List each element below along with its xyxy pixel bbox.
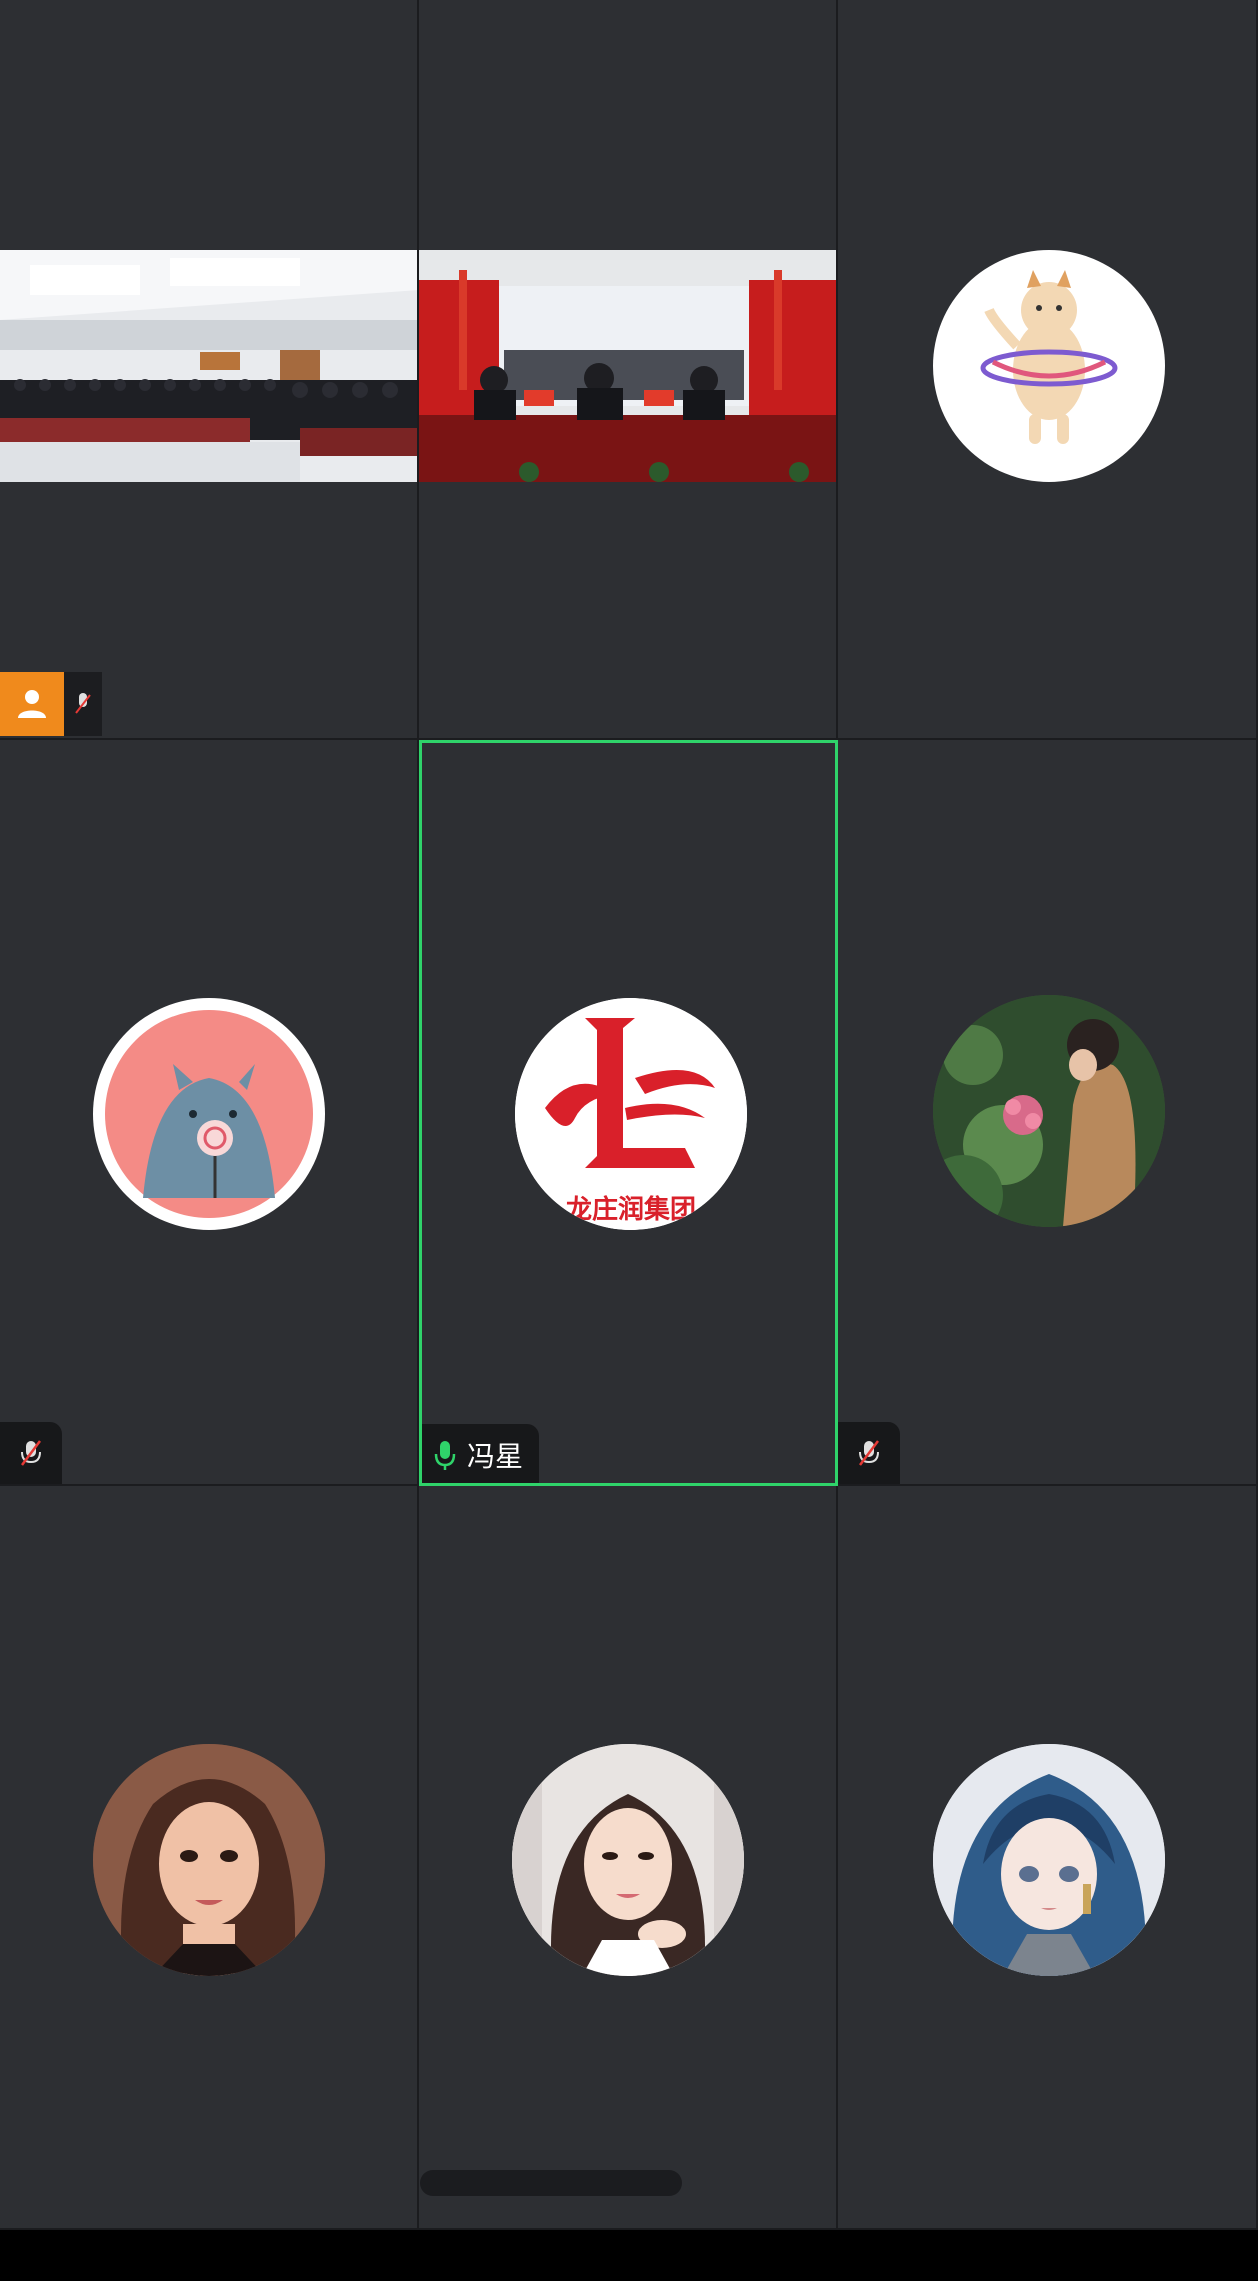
speaker-name: 冯星 xyxy=(467,1440,524,1473)
anime-girl-blue-hair-avatar xyxy=(933,1744,1165,1976)
mic-status xyxy=(838,1422,900,1484)
participant-tile[interactable] xyxy=(838,1486,1258,2230)
avatar xyxy=(933,250,1165,482)
home-indicator xyxy=(420,2170,682,2196)
cat-hula-hoop-avatar xyxy=(980,270,1118,444)
participant-video xyxy=(0,250,417,482)
conference-hall-video xyxy=(0,250,417,482)
speaker-name-tag: 冯星 xyxy=(422,1424,540,1483)
participant-video xyxy=(419,250,836,482)
person-icon xyxy=(18,690,46,718)
logo-text: 龙庄润集团 xyxy=(566,1194,696,1225)
avatar xyxy=(933,995,1165,1227)
avatar xyxy=(512,1744,744,1976)
avatar xyxy=(93,998,325,1230)
photo-woman-avatar xyxy=(512,1744,744,1976)
participant-tile[interactable] xyxy=(0,1486,419,2230)
company-logo-avatar: 龙庄润集团 xyxy=(515,998,747,1230)
mic-status xyxy=(64,672,102,736)
microphone-muted-icon xyxy=(859,1440,879,1466)
microphone-muted-icon xyxy=(75,693,91,714)
video-meeting-grid: 龙庄润集团 冯星 xyxy=(0,0,1258,2281)
microphone-muted-icon xyxy=(21,1440,41,1466)
mic-status xyxy=(0,1422,62,1484)
bottom-bar xyxy=(0,2230,1258,2281)
illustrated-woman-avatar xyxy=(93,1744,325,1976)
avatar xyxy=(93,1744,325,1976)
stage-video xyxy=(419,250,836,482)
participant-tile[interactable] xyxy=(419,1486,838,2230)
participant-tile-active-speaker[interactable]: 龙庄润集团 冯星 xyxy=(419,740,838,1486)
host-badge xyxy=(0,672,64,736)
avatar xyxy=(933,1744,1165,1976)
microphone-icon xyxy=(434,1441,456,1470)
participant-tile[interactable] xyxy=(0,0,419,740)
avatar: 龙庄润集团 xyxy=(515,998,747,1230)
monster-lollipop-avatar xyxy=(105,1010,313,1218)
woman-with-flowers-avatar xyxy=(933,995,1165,1227)
participant-tile[interactable] xyxy=(838,0,1258,740)
participant-tile[interactable] xyxy=(419,0,838,740)
participant-tile[interactable] xyxy=(838,740,1258,1486)
participant-tile[interactable] xyxy=(0,740,419,1486)
